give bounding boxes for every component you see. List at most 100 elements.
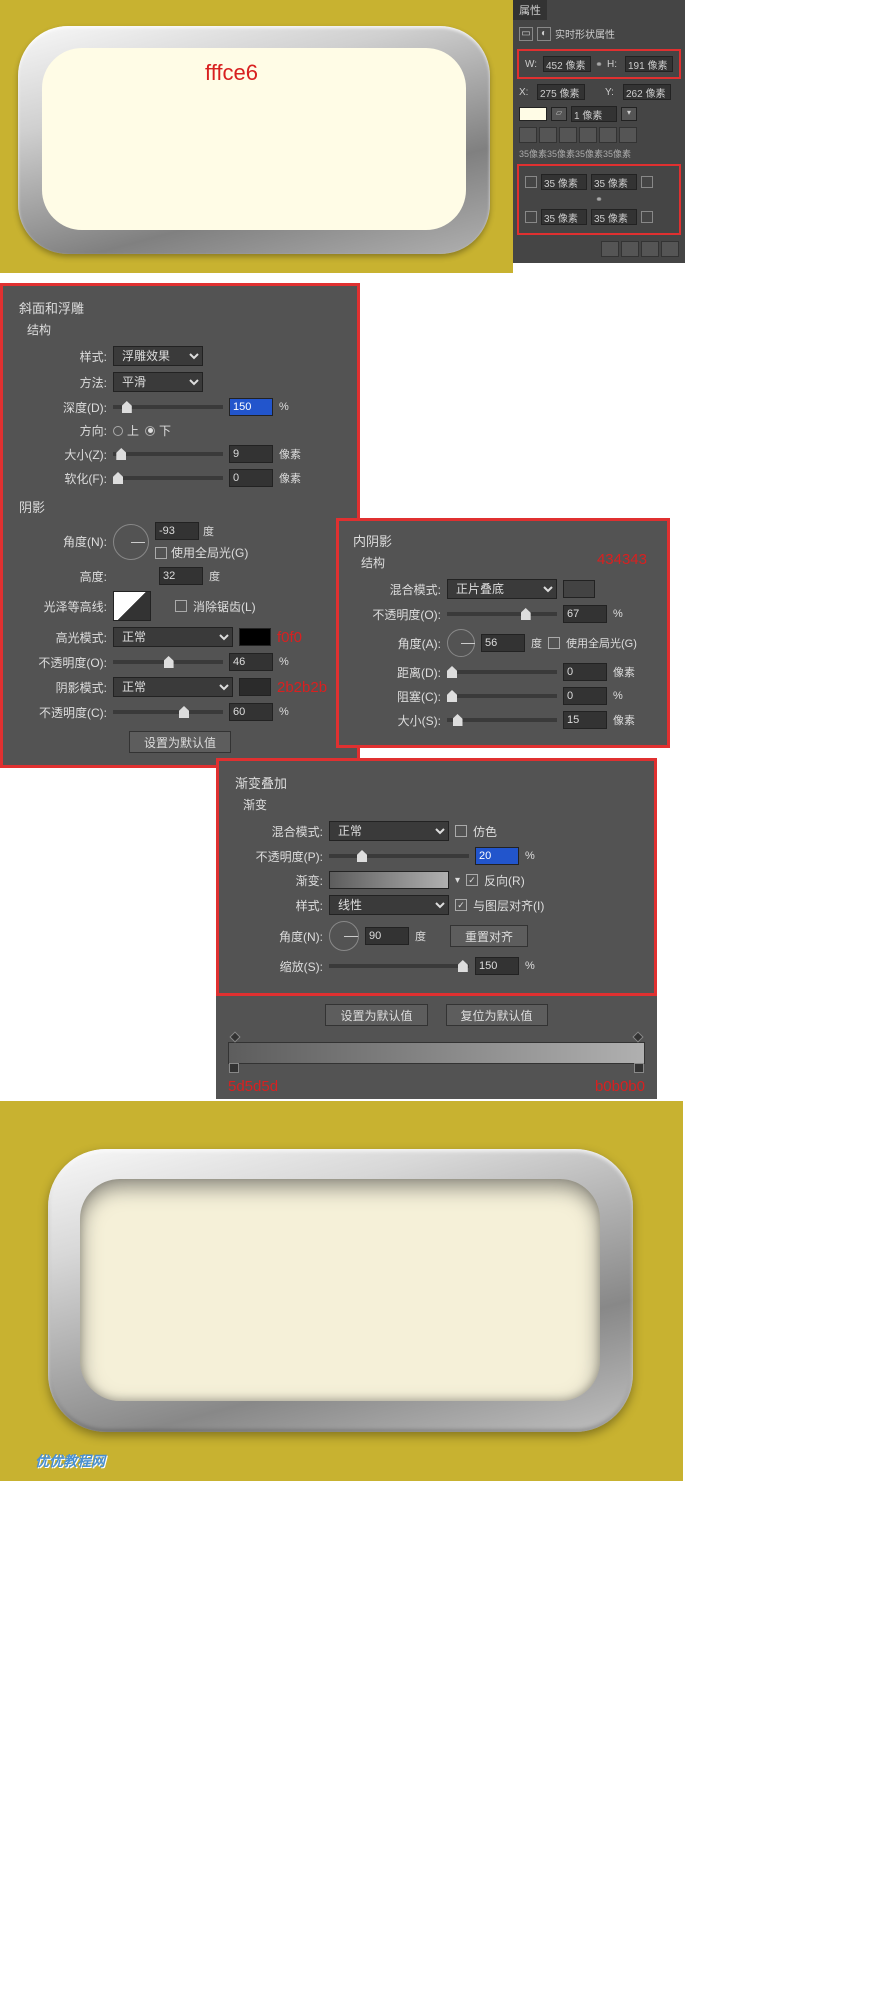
width-input[interactable] [543, 56, 591, 72]
bevel-soften-input[interactable] [229, 469, 273, 487]
hi-mode-select[interactable]: 正常 [113, 627, 233, 647]
sh-mode-select[interactable]: 正常 [113, 677, 233, 697]
reset-align-button[interactable]: 重置对齐 [450, 925, 528, 947]
stroke-swatch[interactable]: ▱ [551, 107, 567, 121]
dir-up-radio[interactable] [113, 426, 123, 436]
grad-angle-dial[interactable] [329, 921, 359, 951]
inner-angle-dial[interactable] [447, 629, 475, 657]
grad-opac-input[interactable] [475, 847, 519, 865]
corner-bl-input[interactable] [541, 209, 587, 225]
corner-br-input[interactable] [591, 209, 637, 225]
bevel-dir-label: 方向: [19, 422, 107, 439]
opacity-stop-left[interactable] [229, 1031, 240, 1042]
inner-color-annot: 434343 [597, 551, 647, 568]
stroke-width-input[interactable] [571, 106, 617, 122]
dir-down-radio[interactable] [145, 426, 155, 436]
fill-swatch[interactable] [519, 107, 547, 121]
bevel-method-label: 方法: [19, 374, 107, 391]
inner-size-slider[interactable] [447, 718, 557, 722]
bevel-style-select[interactable]: 浮雕效果 [113, 346, 203, 366]
stroke-caps[interactable] [579, 127, 597, 143]
inner-blend-select[interactable]: 正片叠底 [447, 579, 557, 599]
inner-choke-input[interactable] [563, 687, 607, 705]
bevel-angle-dial[interactable] [113, 524, 149, 560]
inner-dist-slider[interactable] [447, 670, 557, 674]
bevel-depth-input[interactable] [229, 398, 273, 416]
hi-opac-slider[interactable] [113, 660, 223, 664]
opacity-stop-right[interactable] [632, 1031, 643, 1042]
preview-canvas-1: fffce6 [0, 0, 513, 273]
align-layer-check[interactable] [455, 899, 467, 911]
global-light-check[interactable] [155, 547, 167, 559]
grad-blend-select[interactable]: 正常 [329, 821, 449, 841]
color-stop-right[interactable] [634, 1063, 644, 1073]
bevel-shade-title: 阴影 [19, 497, 341, 516]
stroke-type-2[interactable] [539, 127, 557, 143]
color-stop-left[interactable] [229, 1063, 239, 1073]
footer-icon-1[interactable] [601, 241, 619, 257]
grad-stop-left-annot: 5d5d5d [228, 1078, 278, 1095]
corner-tr-input[interactable] [591, 174, 637, 190]
grad-blend-label: 混合模式: [235, 823, 323, 840]
gradient-overlay-panel: 渐变叠加 渐变 混合模式:正常仿色 不透明度(P):% 渐变:▾反向(R) 样式… [216, 758, 657, 996]
reverse-check[interactable] [466, 874, 478, 886]
y-input[interactable] [623, 84, 671, 100]
inner-color-swatch[interactable] [563, 580, 595, 598]
preview-canvas-2: 优优教程网 [0, 1101, 683, 1481]
footer-icon-4[interactable] [661, 241, 679, 257]
grad-style-select[interactable]: 线性 [329, 895, 449, 915]
grad-title: 渐变叠加 [235, 773, 638, 792]
stroke-align[interactable] [559, 127, 577, 143]
grad-scale-input[interactable] [475, 957, 519, 975]
gradient-preview[interactable] [329, 871, 449, 889]
corner-bl-check[interactable] [525, 211, 537, 223]
link-wh-icon[interactable]: ⚭ [595, 59, 603, 69]
bevel-depth-slider[interactable] [113, 405, 223, 409]
antialias-check[interactable] [175, 600, 187, 612]
stroke-type-1[interactable] [519, 127, 537, 143]
footer-icon-2[interactable] [621, 241, 639, 257]
inner-global-check[interactable] [548, 637, 560, 649]
bevel-alt-input[interactable] [159, 567, 203, 585]
bevel-size-input[interactable] [229, 445, 273, 463]
inner-choke-slider[interactable] [447, 694, 557, 698]
sh-opac-input[interactable] [229, 703, 273, 721]
stroke-corners[interactable] [599, 127, 617, 143]
corner-tl-check[interactable] [525, 176, 537, 188]
sh-color-swatch[interactable] [239, 678, 271, 696]
bevel-alt-label: 高度: [19, 568, 107, 585]
gloss-label: 光泽等高线: [19, 598, 107, 615]
grad-angle-input[interactable] [365, 927, 409, 945]
grad-opac-slider[interactable] [329, 854, 469, 858]
stroke-dropdown-icon[interactable]: ▾ [621, 107, 637, 121]
footer-icon-3[interactable] [641, 241, 659, 257]
inner-size-input[interactable] [563, 711, 607, 729]
height-input[interactable] [625, 56, 673, 72]
corner-tr-check[interactable] [641, 176, 653, 188]
bevel-method-select[interactable]: 平滑 [113, 372, 203, 392]
inner-opac-input[interactable] [563, 605, 607, 623]
bevel-default-button[interactable]: 设置为默认值 [129, 731, 231, 753]
gloss-contour[interactable] [113, 591, 151, 621]
inner-opac-slider[interactable] [447, 612, 557, 616]
bevel-size-slider[interactable] [113, 452, 223, 456]
stroke-more[interactable] [619, 127, 637, 143]
corner-link-icon[interactable]: ⚭ [579, 194, 619, 205]
corner-br-check[interactable] [641, 211, 653, 223]
inner-dist-input[interactable] [563, 663, 607, 681]
hi-color-swatch[interactable] [239, 628, 271, 646]
sh-opac-slider[interactable] [113, 710, 223, 714]
inner-angle-input[interactable] [481, 634, 525, 652]
bevel-angle-input[interactable] [155, 522, 199, 540]
bevel-soften-slider[interactable] [113, 476, 223, 480]
gradient-bar[interactable] [228, 1042, 645, 1064]
properties-tab[interactable]: 属性 [513, 0, 547, 20]
inner-title: 内阴影 [353, 531, 653, 550]
hi-opac-input[interactable] [229, 653, 273, 671]
corner-tl-input[interactable] [541, 174, 587, 190]
grad-scale-slider[interactable] [329, 964, 469, 968]
grad-default-button[interactable]: 设置为默认值 [325, 1004, 427, 1026]
dither-check[interactable] [455, 825, 467, 837]
x-input[interactable] [537, 84, 585, 100]
grad-reset-default-button[interactable]: 复位为默认值 [446, 1004, 548, 1026]
